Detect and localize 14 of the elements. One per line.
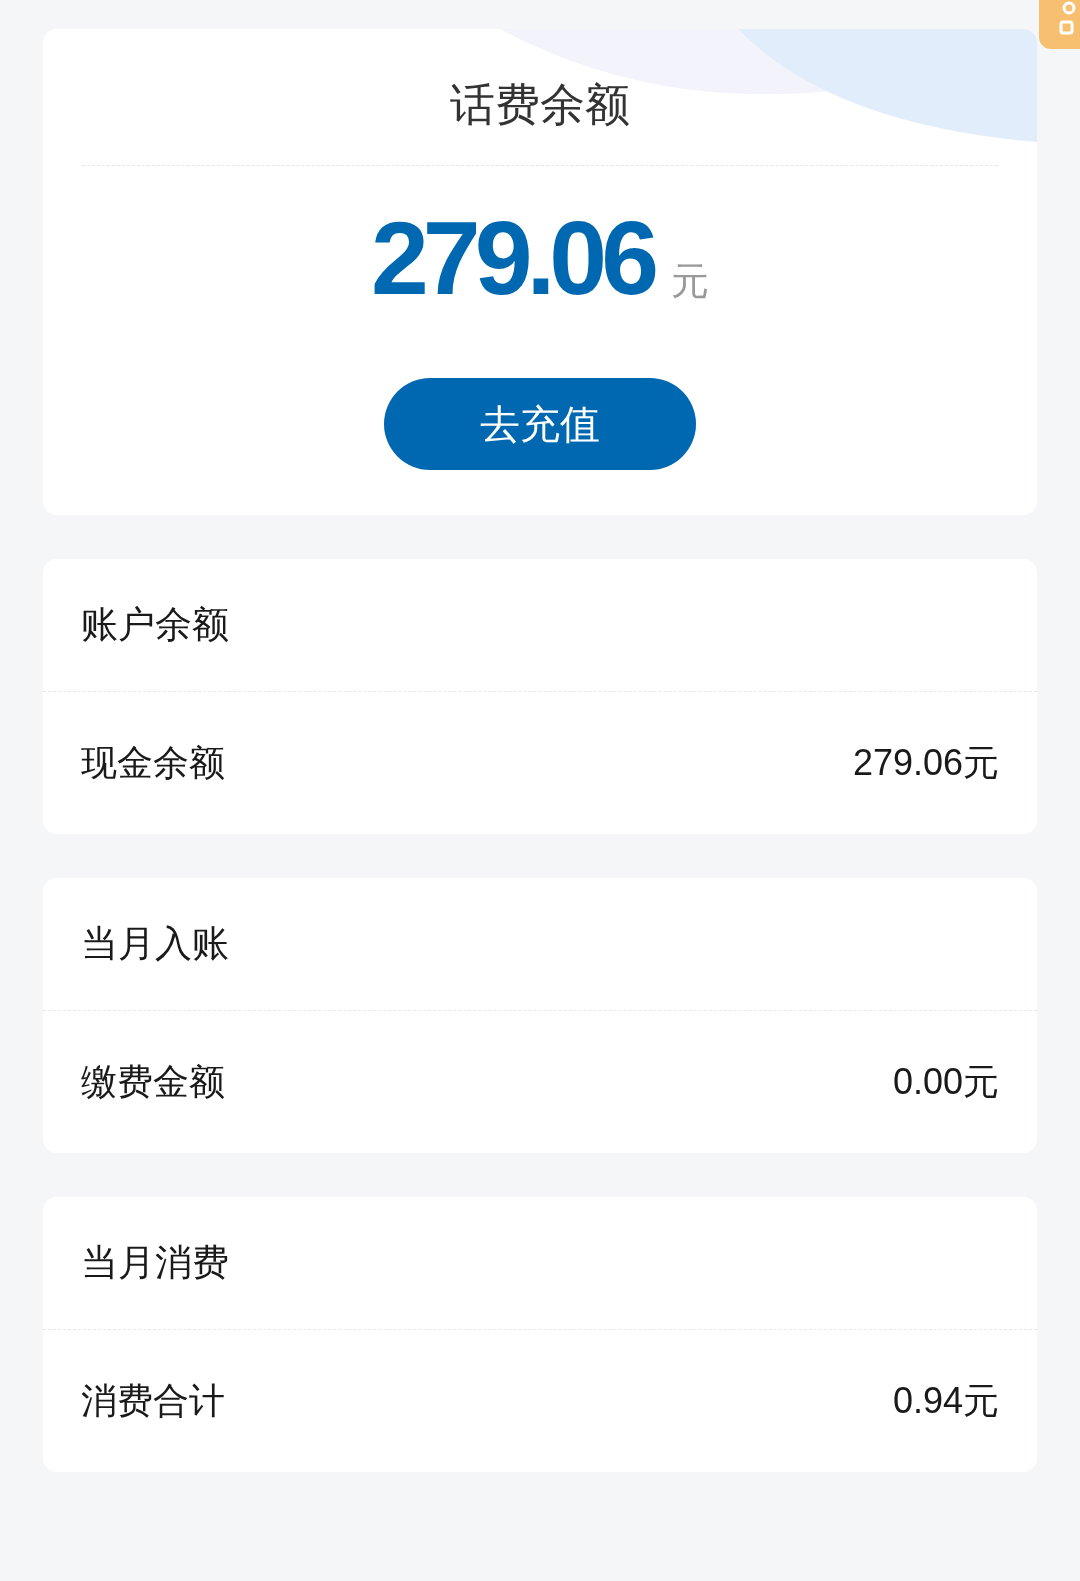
section-title: 当月入账 [81, 924, 229, 964]
section-title: 账户余额 [81, 605, 229, 645]
row-label: 消费合计 [81, 1381, 225, 1421]
recharge-button[interactable]: 去充值 [384, 378, 696, 470]
row-value: 0.00元 [892, 1062, 999, 1102]
row-label: 现金余额 [81, 743, 225, 783]
balance-amount: 279.06 [370, 208, 654, 308]
balance-title: 话费余额 [450, 81, 630, 129]
section-title: 当月消费 [81, 1243, 229, 1283]
row-label: 缴费金额 [81, 1062, 225, 1102]
row-value: 0.94元 [892, 1381, 999, 1421]
app-shortcut-icon[interactable] [1039, 0, 1080, 49]
currency-unit: 元 [671, 261, 710, 301]
row-value: 279.06元 [852, 743, 999, 783]
